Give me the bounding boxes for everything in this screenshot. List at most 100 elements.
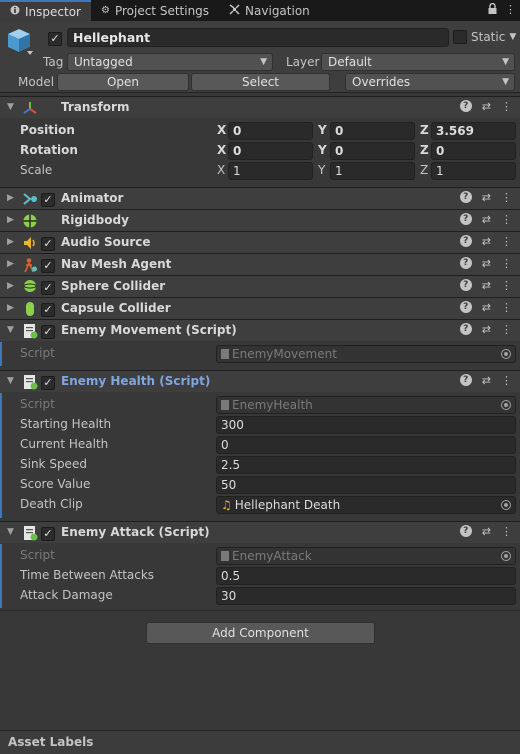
animator-header[interactable]: ▶ ✓ Animator ? ⇄ ⋮ <box>0 187 520 209</box>
attack-damage-field[interactable]: 30 <box>216 587 516 605</box>
tag-dropdown[interactable]: Untagged ▼ <box>67 53 273 71</box>
static-label: Static <box>471 30 506 44</box>
sphere-collider-header[interactable]: ▶ ✓ Sphere Collider ? ⇄ ⋮ <box>0 275 520 297</box>
audio-source-enabled-checkbox[interactable]: ✓ <box>41 236 55 251</box>
position-z-field[interactable]: 3.569 <box>431 122 516 140</box>
presets-icon[interactable]: ⇄ <box>482 100 491 113</box>
static-toggle[interactable]: Static ▼ <box>453 30 516 44</box>
more-icon[interactable]: ⋮ <box>505 3 516 17</box>
tab-navigation[interactable]: Navigation <box>219 0 320 21</box>
object-picker-icon[interactable] <box>501 400 511 410</box>
nav-mesh-agent-header[interactable]: ▶ ✓ Nav Mesh Agent ? ⇄ ⋮ <box>0 253 520 275</box>
death-clip-field[interactable]: ♫ Hellephant Death <box>216 496 516 514</box>
help-icon[interactable]: ? <box>459 279 472 291</box>
sphere-collider-enabled-checkbox[interactable]: ✓ <box>41 280 55 295</box>
more-icon[interactable]: ⋮ <box>501 323 512 336</box>
rotation-x-field[interactable]: 0 <box>228 142 313 160</box>
static-checkbox[interactable] <box>453 30 467 44</box>
fold-collapsed-icon[interactable]: ▶ <box>7 259 14 269</box>
active-toggle[interactable]: ✓ <box>48 31 62 46</box>
fold-expanded-icon[interactable]: ▼ <box>7 102 14 112</box>
overrides-dropdown[interactable]: Overrides ▼ <box>345 73 515 91</box>
nav-mesh-agent-enabled-checkbox[interactable]: ✓ <box>41 258 55 273</box>
presets-icon[interactable]: ⇄ <box>482 374 491 387</box>
object-picker-icon[interactable] <box>501 349 511 359</box>
current-health-field[interactable]: 0 <box>216 436 516 454</box>
object-picker-icon[interactable] <box>501 551 511 561</box>
help-icon[interactable]: ? <box>459 235 472 247</box>
help-icon[interactable]: ? <box>459 323 472 335</box>
enemy-attack-enabled-checkbox[interactable]: ✓ <box>41 526 55 541</box>
help-icon[interactable]: ? <box>459 301 472 313</box>
presets-icon[interactable]: ⇄ <box>482 279 491 292</box>
help-icon[interactable]: ? <box>459 100 472 112</box>
presets-icon[interactable]: ⇄ <box>482 213 491 226</box>
presets-icon[interactable]: ⇄ <box>482 191 491 204</box>
more-icon[interactable]: ⋮ <box>501 191 512 204</box>
axis-z-label: Z <box>420 123 429 137</box>
more-icon[interactable]: ⋮ <box>501 525 512 538</box>
more-icon[interactable]: ⋮ <box>501 301 512 314</box>
presets-icon[interactable]: ⇄ <box>482 235 491 248</box>
select-button[interactable]: Select <box>191 73 330 91</box>
fold-expanded-icon[interactable]: ▼ <box>7 325 14 335</box>
chevron-down-icon[interactable]: ▼ <box>509 32 516 42</box>
presets-icon[interactable]: ⇄ <box>482 257 491 270</box>
enemy-movement-header[interactable]: ▼ ✓ Enemy Movement (Script) ? ⇄ ⋮ <box>0 319 520 341</box>
layer-dropdown[interactable]: Default ▼ <box>321 53 515 71</box>
enemy-movement-enabled-checkbox[interactable]: ✓ <box>41 324 55 339</box>
add-component-button[interactable]: Add Component <box>146 622 375 644</box>
fold-collapsed-icon[interactable]: ▶ <box>7 215 14 225</box>
fold-collapsed-icon[interactable]: ▶ <box>7 303 14 313</box>
enemy-health-enabled-checkbox[interactable]: ✓ <box>41 375 55 390</box>
audio-source-header[interactable]: ▶ ✓ Audio Source ? ⇄ ⋮ <box>0 231 520 253</box>
enemy-attack-header[interactable]: ▼ ✓ Enemy Attack (Script) ? ⇄ ⋮ <box>0 521 520 543</box>
time-between-attacks-field[interactable]: 0.5 <box>216 567 516 585</box>
fold-collapsed-icon[interactable]: ▶ <box>7 237 14 247</box>
scale-z-field[interactable]: 1 <box>431 162 516 180</box>
score-value-field[interactable]: 50 <box>216 476 516 494</box>
help-icon[interactable]: ? <box>459 374 472 386</box>
more-icon[interactable]: ⋮ <box>501 235 512 248</box>
more-icon[interactable]: ⋮ <box>501 213 512 226</box>
fold-expanded-icon[interactable]: ▼ <box>7 527 14 537</box>
rotation-y-field[interactable]: 0 <box>330 142 415 160</box>
rotation-z-field[interactable]: 0 <box>431 142 516 160</box>
object-picker-icon[interactable] <box>501 500 511 510</box>
starting-health-field[interactable]: 300 <box>216 416 516 434</box>
position-y-field[interactable]: 0 <box>330 122 415 140</box>
gameobject-name-field[interactable]: Hellephant <box>67 28 449 47</box>
scale-y-field[interactable]: 1 <box>330 162 415 180</box>
presets-icon[interactable]: ⇄ <box>482 525 491 538</box>
help-icon[interactable]: ? <box>459 525 472 537</box>
more-icon[interactable]: ⋮ <box>501 257 512 270</box>
more-icon[interactable]: ⋮ <box>501 279 512 292</box>
capsule-collider-enabled-checkbox[interactable]: ✓ <box>41 302 55 317</box>
animator-enabled-checkbox[interactable]: ✓ <box>41 192 55 207</box>
help-icon[interactable]: ? <box>459 213 472 225</box>
audio-clip-icon: ♫ <box>221 498 232 512</box>
fold-collapsed-icon[interactable]: ▶ <box>7 281 14 291</box>
asset-labels-bar[interactable]: Asset Labels <box>0 730 520 754</box>
transform-header[interactable]: ▼ Transform ? ⇄ ⋮ <box>0 96 520 118</box>
help-icon[interactable]: ? <box>459 191 472 203</box>
fold-expanded-icon[interactable]: ▼ <box>7 376 14 386</box>
capsule-collider-header[interactable]: ▶ ✓ Capsule Collider ? ⇄ ⋮ <box>0 297 520 319</box>
sink-speed-field[interactable]: 2.5 <box>216 456 516 474</box>
presets-icon[interactable]: ⇄ <box>482 301 491 314</box>
open-button[interactable]: Open <box>57 73 189 91</box>
tab-inspector[interactable]: Inspector <box>0 0 91 21</box>
presets-icon[interactable]: ⇄ <box>482 323 491 336</box>
tab-project-settings[interactable]: ⚙ Project Settings <box>91 0 219 21</box>
lock-icon[interactable] <box>488 2 497 17</box>
chevron-down-icon: ▼ <box>260 57 267 67</box>
help-icon[interactable]: ? <box>459 257 472 269</box>
fold-collapsed-icon[interactable]: ▶ <box>7 193 14 203</box>
position-x-field[interactable]: 0 <box>228 122 313 140</box>
scale-x-field[interactable]: 1 <box>228 162 313 180</box>
enemy-attack-script-row: Script EnemyAttack <box>0 546 520 566</box>
more-icon[interactable]: ⋮ <box>501 374 512 387</box>
rigidbody-header[interactable]: ▶ Rigidbody ? ⇄ ⋮ <box>0 209 520 231</box>
more-icon[interactable]: ⋮ <box>501 100 512 113</box>
enemy-health-header[interactable]: ▼ ✓ Enemy Health (Script) ? ⇄ ⋮ <box>0 370 520 392</box>
